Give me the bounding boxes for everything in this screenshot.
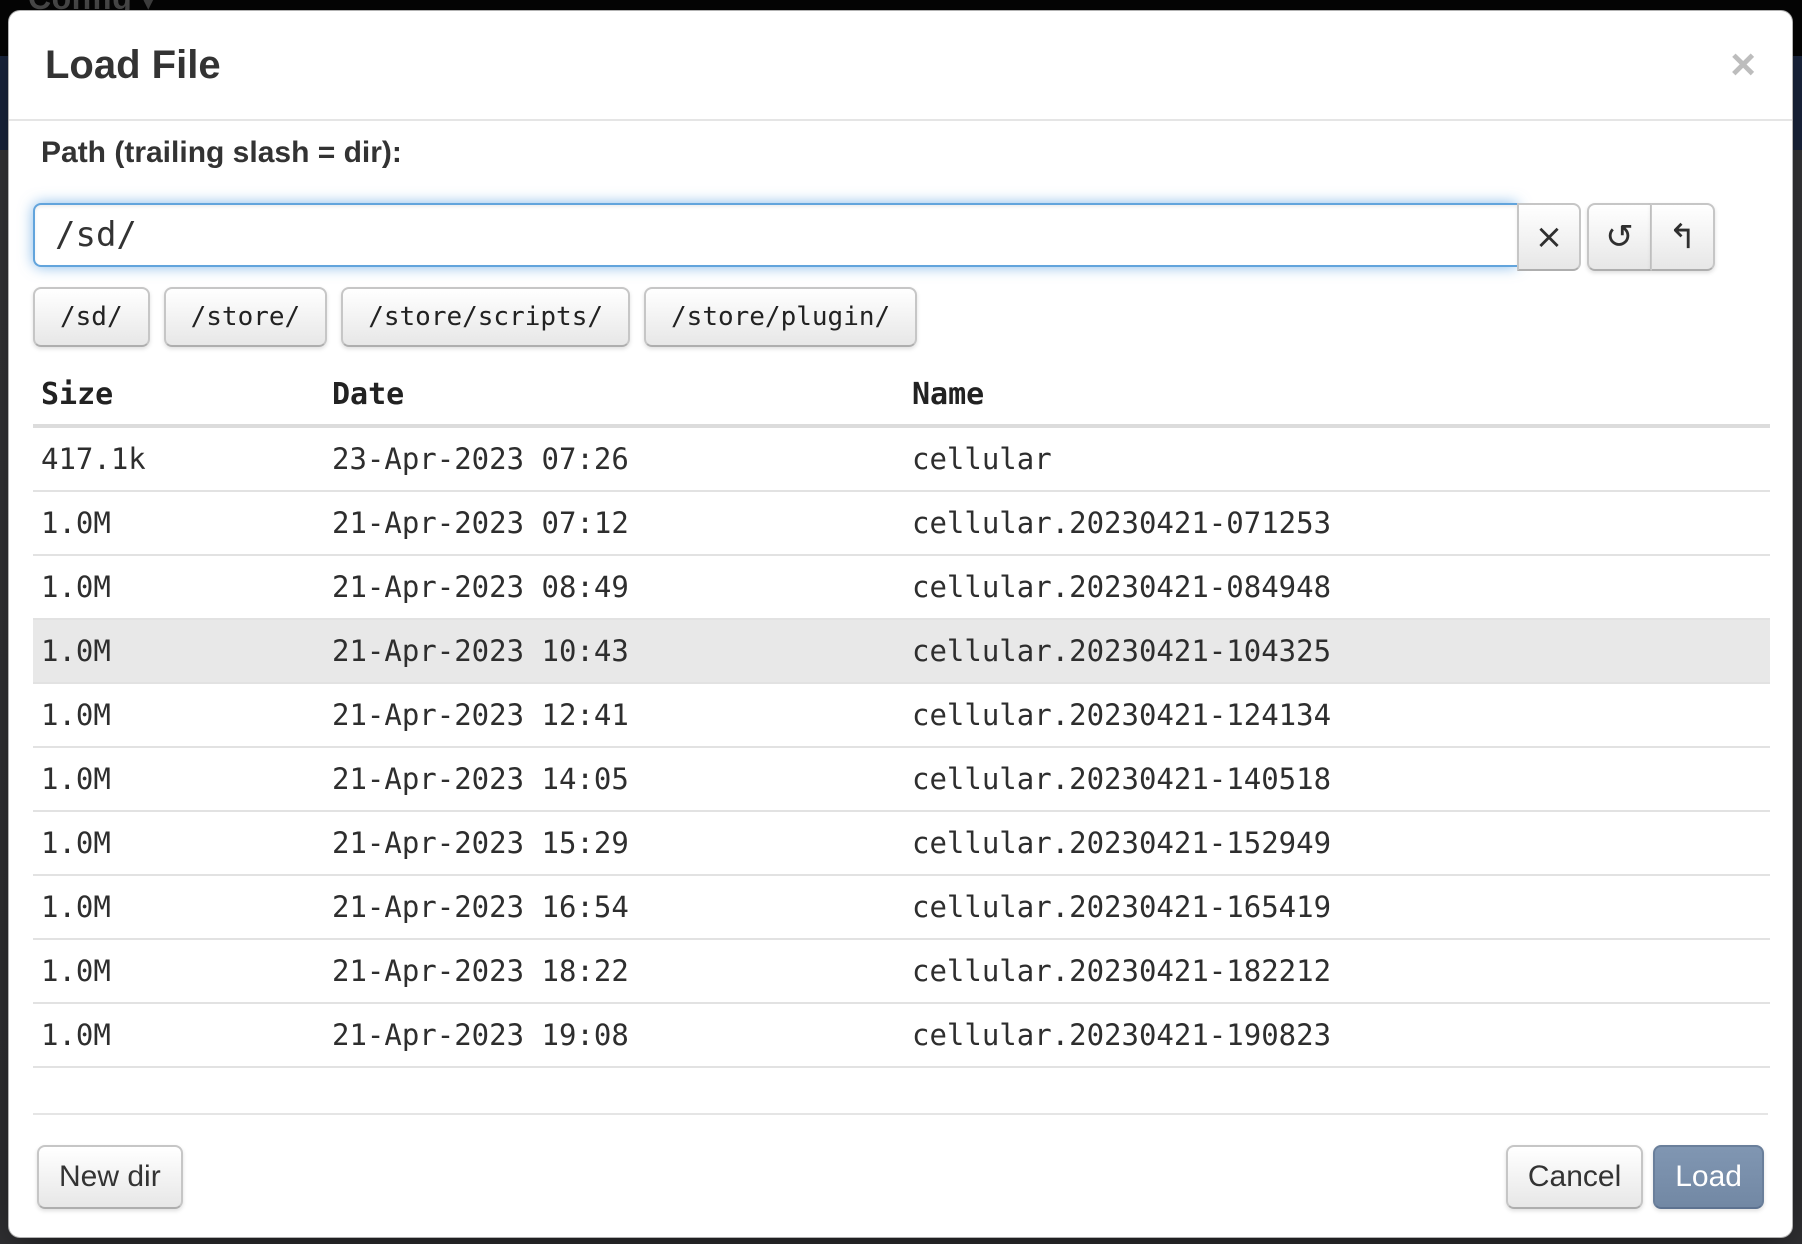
table-cell[interactable]: 21-Apr-2023 15:29	[324, 811, 904, 875]
table-row[interactable]: 1.0M21-Apr-2023 18:22cellular.20230421-1…	[33, 939, 1770, 1003]
table-cell[interactable]: 21-Apr-2023 08:49	[324, 555, 904, 619]
up-dir-icon: ↰	[1668, 220, 1697, 254]
path-tools-group: ↺ ↰	[1587, 203, 1715, 271]
table-cell[interactable]: 1.0M	[33, 875, 324, 939]
load-button[interactable]: Load	[1653, 1145, 1764, 1209]
table-cell[interactable]: cellular.20230421-124134	[904, 683, 1770, 747]
table-cell[interactable]: 21-Apr-2023 12:41	[324, 683, 904, 747]
table-cell[interactable]: 21-Apr-2023 16:54	[324, 875, 904, 939]
table-cell[interactable]: cellular.20230421-104325	[904, 619, 1770, 683]
cancel-button[interactable]: Cancel	[1506, 1145, 1643, 1209]
path-shortcuts: /sd//store//store/scripts//store/plugin/	[33, 287, 1768, 347]
dialog-footer: New dir Cancel Load	[33, 1113, 1768, 1237]
table-header-row: SizeDateName	[33, 369, 1770, 426]
reload-icon: ↺	[1605, 220, 1634, 254]
table-cell[interactable]: cellular.20230421-182212	[904, 939, 1770, 1003]
parent-dir-button[interactable]: ↰	[1651, 203, 1715, 271]
table-cell[interactable]: 21-Apr-2023 19:08	[324, 1003, 904, 1067]
path-label: Path (trailing slash = dir):	[41, 133, 1768, 173]
reload-button[interactable]: ↺	[1587, 203, 1651, 271]
path-input-row: × ↺ ↰	[33, 203, 1768, 271]
load-file-dialog: Load File × Path (trailing slash = dir):…	[8, 10, 1793, 1238]
table-row[interactable]: 1.0M21-Apr-2023 12:41cellular.20230421-1…	[33, 683, 1770, 747]
table-cell[interactable]: cellular	[904, 426, 1770, 491]
new-dir-button[interactable]: New dir	[37, 1145, 183, 1209]
table-cell[interactable]: cellular.20230421-084948	[904, 555, 1770, 619]
table-cell[interactable]: 417.1k	[33, 426, 324, 491]
table-cell[interactable]: cellular.20230421-071253	[904, 491, 1770, 555]
path-shortcut-button[interactable]: /store/	[164, 287, 328, 347]
table-row[interactable]: 417.1k23-Apr-2023 07:26cellular	[33, 426, 1770, 491]
table-cell[interactable]: 1.0M	[33, 811, 324, 875]
table-cell[interactable]: cellular.20230421-190823	[904, 1003, 1770, 1067]
table-column-header: Date	[324, 369, 904, 426]
clear-path-button[interactable]: ×	[1517, 203, 1581, 271]
table-column-header: Size	[33, 369, 324, 426]
table-row[interactable]: 1.0M21-Apr-2023 16:54cellular.20230421-1…	[33, 875, 1770, 939]
table-cell[interactable]: 1.0M	[33, 1003, 324, 1067]
table-cell[interactable]: 1.0M	[33, 747, 324, 811]
dialog-body: Path (trailing slash = dir): × ↺ ↰ /sd//…	[9, 121, 1792, 1113]
path-input[interactable]	[33, 203, 1517, 267]
path-shortcut-button[interactable]: /store/scripts/	[341, 287, 630, 347]
table-cell[interactable]: 21-Apr-2023 18:22	[324, 939, 904, 1003]
table-cell[interactable]: 21-Apr-2023 14:05	[324, 747, 904, 811]
table-column-header: Name	[904, 369, 1770, 426]
table-cell[interactable]: 1.0M	[33, 555, 324, 619]
path-shortcut-button[interactable]: /store/plugin/	[644, 287, 917, 347]
table-cell[interactable]: 1.0M	[33, 619, 324, 683]
table-cell[interactable]: cellular.20230421-165419	[904, 875, 1770, 939]
file-table: SizeDateName 417.1k23-Apr-2023 07:26cell…	[33, 369, 1770, 1068]
table-row[interactable]: 1.0M21-Apr-2023 07:12cellular.20230421-0…	[33, 491, 1770, 555]
table-row[interactable]: 1.0M21-Apr-2023 14:05cellular.20230421-1…	[33, 747, 1770, 811]
close-icon[interactable]: ×	[1724, 43, 1762, 87]
path-shortcut-button[interactable]: /sd/	[33, 287, 150, 347]
table-row[interactable]: 1.0M21-Apr-2023 08:49cellular.20230421-0…	[33, 555, 1770, 619]
table-cell[interactable]: 23-Apr-2023 07:26	[324, 426, 904, 491]
table-cell[interactable]: 1.0M	[33, 939, 324, 1003]
table-row[interactable]: 1.0M21-Apr-2023 15:29cellular.20230421-1…	[33, 811, 1770, 875]
table-cell[interactable]: 1.0M	[33, 683, 324, 747]
table-cell[interactable]: 1.0M	[33, 491, 324, 555]
table-row[interactable]: 1.0M21-Apr-2023 10:43cellular.20230421-1…	[33, 619, 1770, 683]
dialog-title: Load File	[45, 43, 221, 88]
clear-icon: ×	[1535, 220, 1564, 254]
table-cell[interactable]: cellular.20230421-152949	[904, 811, 1770, 875]
table-row[interactable]: 1.0M21-Apr-2023 19:08cellular.20230421-1…	[33, 1003, 1770, 1067]
table-cell[interactable]: 21-Apr-2023 10:43	[324, 619, 904, 683]
dialog-header: Load File ×	[9, 11, 1792, 121]
table-cell[interactable]: cellular.20230421-140518	[904, 747, 1770, 811]
table-cell[interactable]: 21-Apr-2023 07:12	[324, 491, 904, 555]
